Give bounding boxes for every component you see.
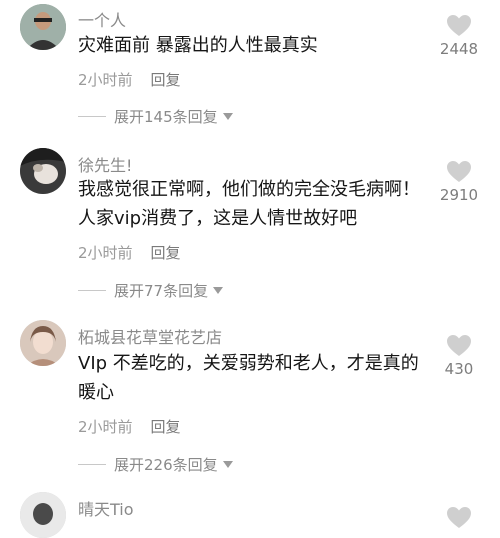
avatar-image: [20, 148, 66, 194]
comment-text: 灾难面前 暴露出的人性最真实: [78, 35, 318, 56]
divider-line: [78, 464, 106, 465]
avatar[interactable]: [20, 4, 66, 50]
like-button[interactable]: [428, 506, 490, 530]
comment-meta: 2小时前 回复: [78, 416, 181, 437]
username[interactable]: 一个人: [78, 7, 126, 31]
comment-meta: 2小时前 回复: [78, 69, 181, 90]
like-button[interactable]: 2448: [428, 14, 490, 58]
avatar-image: [20, 492, 66, 538]
divider-line: [78, 116, 106, 117]
expand-replies-label: 展开77条回复: [114, 282, 209, 300]
avatar[interactable]: [20, 148, 66, 194]
comment-meta: 2小时前 回复: [78, 242, 181, 263]
like-count: 2910: [439, 186, 479, 204]
username[interactable]: 徐先生!: [78, 152, 132, 176]
timestamp: 2小时前: [78, 244, 133, 262]
chevron-down-icon: [213, 287, 224, 294]
comment-text: 我感觉很正常啊，他们做的完全没毛病啊！人家vip消费了，这是人情世故好吧: [78, 179, 420, 229]
divider-line: [78, 290, 106, 291]
heart-icon: [447, 335, 471, 356]
expand-replies-button[interactable]: 展开77条回复: [78, 280, 224, 301]
like-button[interactable]: 430: [428, 334, 490, 378]
chevron-down-icon: [222, 461, 233, 468]
chevron-down-icon: [222, 113, 233, 120]
timestamp: 2小时前: [78, 418, 133, 436]
like-button[interactable]: 2910: [428, 160, 490, 204]
avatar[interactable]: [20, 492, 66, 538]
timestamp: 2小时前: [78, 71, 133, 89]
expand-replies-button[interactable]: 展开226条回复: [78, 454, 233, 475]
heart-icon: [447, 15, 471, 36]
reply-button[interactable]: 回复: [151, 418, 181, 436]
heart-icon: [447, 507, 471, 528]
expand-replies-button[interactable]: 展开145条回复: [78, 106, 233, 127]
avatar-image: [20, 4, 66, 50]
username[interactable]: 柘城县花草堂花艺店: [78, 324, 222, 348]
expand-replies-label: 展开145条回复: [114, 108, 218, 126]
expand-replies-label: 展开226条回复: [114, 456, 218, 474]
reply-button[interactable]: 回复: [151, 71, 181, 89]
reply-button[interactable]: 回复: [151, 244, 181, 262]
username[interactable]: 晴天Tio: [78, 496, 134, 520]
comment-text: VIp 不差吃的，关爱弱势和老人，才是真的暖心: [78, 353, 419, 403]
heart-icon: [447, 161, 471, 182]
like-count: 430: [444, 360, 474, 378]
avatar-image: [20, 320, 66, 366]
like-count: 2448: [439, 40, 479, 58]
avatar[interactable]: [20, 320, 66, 366]
